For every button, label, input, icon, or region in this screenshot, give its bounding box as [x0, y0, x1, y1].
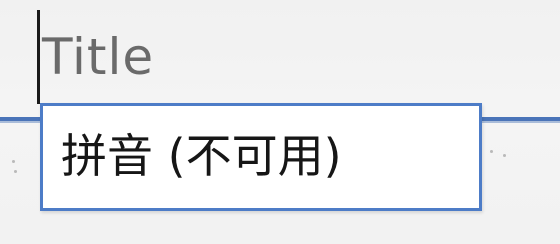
editor-page: Title 拼音 (不可用) — [0, 0, 560, 244]
background-dot — [490, 150, 493, 153]
ime-status-popup: 拼音 (不可用) — [40, 103, 482, 211]
text-caret — [37, 10, 40, 104]
background-dot — [12, 160, 15, 163]
background-dot — [503, 154, 506, 157]
background-dot — [14, 170, 17, 173]
title-input-field[interactable]: Title — [0, 0, 560, 112]
ime-mode-label: 拼音 (不可用) — [61, 129, 342, 183]
title-placeholder: Title — [42, 28, 155, 86]
